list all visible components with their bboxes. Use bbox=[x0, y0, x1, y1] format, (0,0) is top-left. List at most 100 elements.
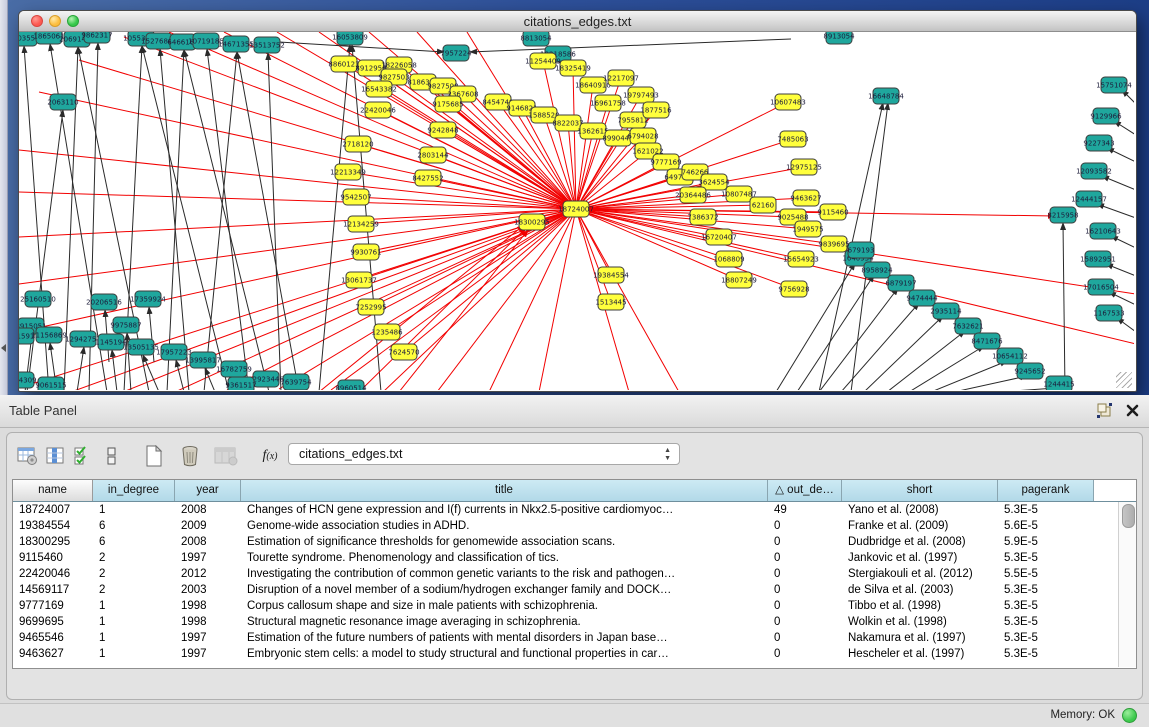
show-columns-button[interactable] bbox=[43, 444, 69, 468]
graph-node[interactable]: 1235486 bbox=[371, 324, 403, 340]
graph-node[interactable]: 22420046 bbox=[360, 102, 396, 118]
graph-node[interactable]: 9862317 bbox=[81, 32, 112, 43]
graph-node[interactable]: 1068809 bbox=[713, 251, 744, 267]
graph-node[interactable]: 13061737 bbox=[341, 272, 377, 288]
column-header-name[interactable]: name bbox=[13, 480, 93, 501]
graph-node[interactable]: 1167533 bbox=[1093, 305, 1124, 321]
network-window-titlebar[interactable]: citations_edges.txt bbox=[19, 11, 1136, 32]
graph-node[interactable]: 11254409 bbox=[525, 53, 561, 69]
table-cell[interactable]: 5.3E-5 bbox=[998, 582, 1094, 598]
column-header-out_de[interactable]: △ out_de… bbox=[768, 480, 842, 501]
table-cell[interactable]: Yano et al. (2008) bbox=[842, 502, 998, 518]
graph-node[interactable]: 19384554 bbox=[593, 267, 629, 283]
graph-node[interactable]: 16648784 bbox=[868, 88, 904, 104]
table-cell[interactable]: 14569117 bbox=[13, 582, 93, 598]
table-cell[interactable]: 2003 bbox=[175, 582, 241, 598]
table-cell[interactable]: 2008 bbox=[175, 502, 241, 518]
table-cell[interactable]: 49 bbox=[768, 502, 842, 518]
table-cell[interactable]: Estimation of significance thresholds fo… bbox=[241, 534, 768, 550]
graph-node[interactable]: 15751074 bbox=[1096, 77, 1132, 93]
graph-node[interactable]: 9463627 bbox=[790, 190, 821, 206]
table-cell[interactable]: 5.6E-5 bbox=[998, 518, 1094, 534]
graph-node[interactable]: 7386372 bbox=[687, 209, 718, 225]
graph-node[interactable]: 25160510 bbox=[20, 291, 56, 307]
table-cell[interactable]: 0 bbox=[768, 566, 842, 582]
graph-node[interactable]: 12134259 bbox=[343, 216, 379, 232]
graph-node[interactable]: 18724007 bbox=[558, 201, 594, 217]
table-cell[interactable]: Stergiakouli et al. (2012) bbox=[842, 566, 998, 582]
table-row[interactable]: 1872400712008Changes of HCN gene express… bbox=[13, 502, 1136, 518]
graph-node[interactable]: 16543382 bbox=[361, 81, 397, 97]
table-cell[interactable]: Nakamura et al. (1997) bbox=[842, 630, 998, 646]
table-cell[interactable]: 9777169 bbox=[13, 598, 93, 614]
close-panel-icon[interactable] bbox=[1126, 404, 1139, 417]
table-cell[interactable]: 1998 bbox=[175, 614, 241, 630]
graph-node[interactable]: 17359924 bbox=[130, 291, 166, 307]
table-cell[interactable]: 1 bbox=[93, 630, 175, 646]
graph-node[interactable]: 12093582 bbox=[1076, 163, 1112, 179]
table-cell[interactable]: 5.3E-5 bbox=[998, 614, 1094, 630]
graph-node[interactable]: 19797493 bbox=[623, 87, 659, 103]
table-cell[interactable]: 22420046 bbox=[13, 566, 93, 582]
table-cell[interactable]: Corpus callosum shape and size in male p… bbox=[241, 598, 768, 614]
table-cell[interactable]: 9463627 bbox=[13, 646, 93, 662]
graph-node[interactable]: 9115460 bbox=[817, 204, 848, 220]
table-cell[interactable]: 5.5E-5 bbox=[998, 566, 1094, 582]
table-cell[interactable]: 5.3E-5 bbox=[998, 646, 1094, 662]
table-scrollbar[interactable] bbox=[1118, 502, 1136, 667]
table-cell[interactable]: 0 bbox=[768, 582, 842, 598]
graph-node[interactable]: 18300295 bbox=[514, 214, 550, 230]
table-cell[interactable]: 1997 bbox=[175, 630, 241, 646]
table-cell[interactable]: 6 bbox=[93, 518, 175, 534]
table-cell[interactable]: 1 bbox=[93, 614, 175, 630]
table-cell[interactable]: 2008 bbox=[175, 534, 241, 550]
table-cell[interactable]: 2 bbox=[93, 550, 175, 566]
table-cell[interactable]: 9115460 bbox=[13, 550, 93, 566]
column-header-year[interactable]: year bbox=[175, 480, 241, 501]
table-row[interactable]: 946554611997Estimation of the future num… bbox=[13, 630, 1136, 646]
table-cell[interactable]: Franke et al. (2009) bbox=[842, 518, 998, 534]
graph-node[interactable]: 9242848 bbox=[427, 122, 458, 138]
graph-node[interactable]: 10654112 bbox=[992, 348, 1028, 364]
graph-node[interactable]: 2935114 bbox=[930, 303, 962, 319]
table-cell[interactable]: Disruption of a novel member of a sodium… bbox=[241, 582, 768, 598]
graph-node[interactable]: 8427552 bbox=[412, 170, 443, 186]
table-cell[interactable]: Tibbo et al. (1998) bbox=[842, 598, 998, 614]
table-cell[interactable]: 2012 bbox=[175, 566, 241, 582]
table-cell[interactable]: 2 bbox=[93, 582, 175, 598]
side-panel-splitter[interactable] bbox=[0, 0, 8, 395]
table-cell[interactable]: Estimation of the future numbers of pati… bbox=[241, 630, 768, 646]
table-row[interactable]: 1830029562008Estimation of significance … bbox=[13, 534, 1136, 550]
graph-node[interactable]: 18807249 bbox=[721, 272, 757, 288]
table-cell[interactable]: 1997 bbox=[175, 550, 241, 566]
graph-node[interactable]: 16053809 bbox=[332, 32, 368, 45]
table-cell[interactable]: 1 bbox=[93, 598, 175, 614]
import-table-button[interactable] bbox=[213, 444, 239, 468]
graph-node[interactable]: 16961758 bbox=[590, 95, 626, 111]
table-cell[interactable]: 18300295 bbox=[13, 534, 93, 550]
table-row[interactable]: 969969511998Structural magnetic resonanc… bbox=[13, 614, 1136, 630]
table-cell[interactable]: Structural magnetic resonance image aver… bbox=[241, 614, 768, 630]
graph-node[interactable]: 16720407 bbox=[701, 229, 737, 245]
table-row[interactable]: 977716911998Corpus callosum shape and si… bbox=[13, 598, 1136, 614]
graph-node[interactable]: 2063110 bbox=[47, 94, 78, 110]
graph-node[interactable]: 9361517 bbox=[225, 377, 256, 390]
table-cell[interactable]: 1997 bbox=[175, 646, 241, 662]
new-table-button[interactable] bbox=[141, 444, 167, 468]
rows-button[interactable] bbox=[99, 444, 125, 468]
graph-node[interactable]: 1877516 bbox=[640, 102, 672, 118]
graph-node[interactable]: 8913054 bbox=[823, 32, 855, 44]
graph-node[interactable]: 6879197 bbox=[885, 275, 916, 291]
table-cell[interactable]: 1 bbox=[93, 646, 175, 662]
table-cell[interactable]: Embryonic stem cells: a model to study s… bbox=[241, 646, 768, 662]
graph-node[interactable]: 9061515 bbox=[35, 377, 66, 390]
table-settings-button[interactable] bbox=[15, 444, 41, 468]
table-selector-dropdown[interactable]: citations_edges.txt ▲▼ bbox=[288, 443, 680, 465]
table-row[interactable]: 1456911722003Disruption of a novel membe… bbox=[13, 582, 1136, 598]
graph-node[interactable]: 7957224 bbox=[440, 45, 472, 61]
graph-node[interactable]: 11156869 bbox=[31, 327, 67, 343]
table-cell[interactable]: 5.3E-5 bbox=[998, 630, 1094, 646]
graph-node[interactable]: 9542507 bbox=[340, 189, 371, 205]
table-cell[interactable]: Jankovic et al. (1997) bbox=[842, 550, 998, 566]
graph-node[interactable]: 9227343 bbox=[1083, 135, 1114, 151]
